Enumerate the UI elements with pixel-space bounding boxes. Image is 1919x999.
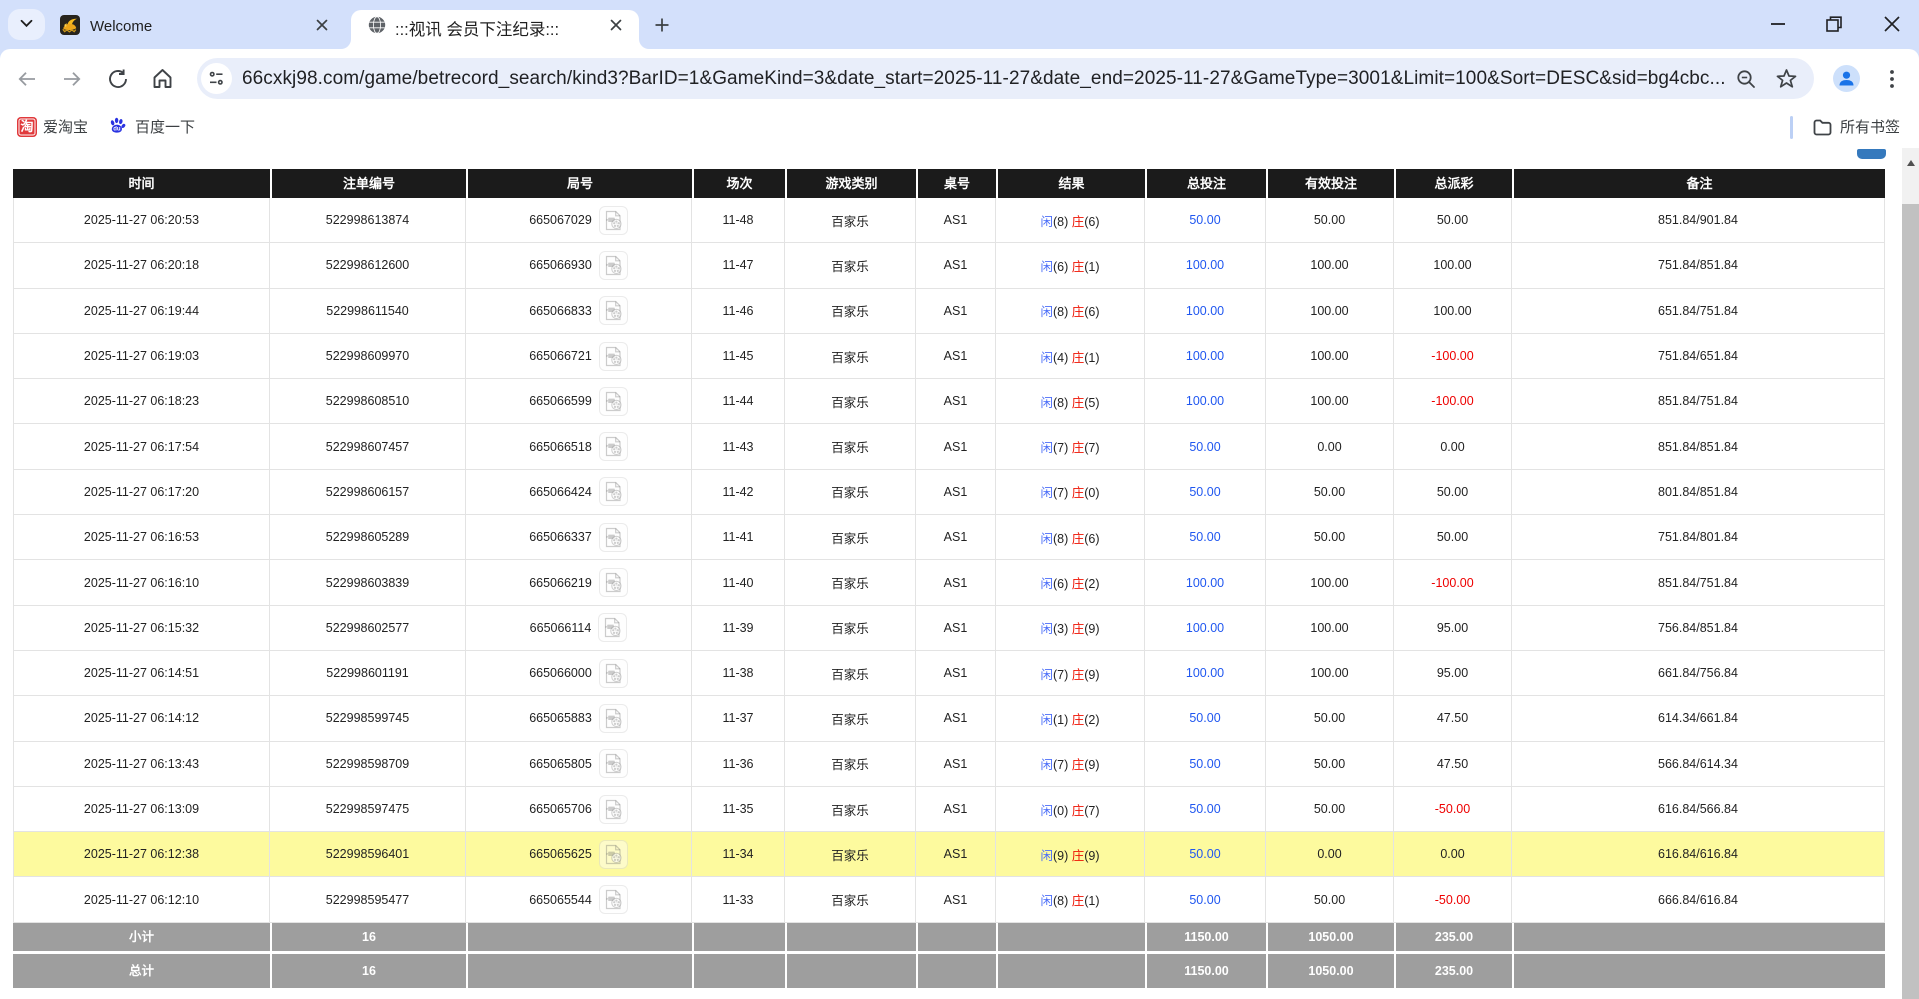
svg-text:du: du	[113, 127, 121, 133]
